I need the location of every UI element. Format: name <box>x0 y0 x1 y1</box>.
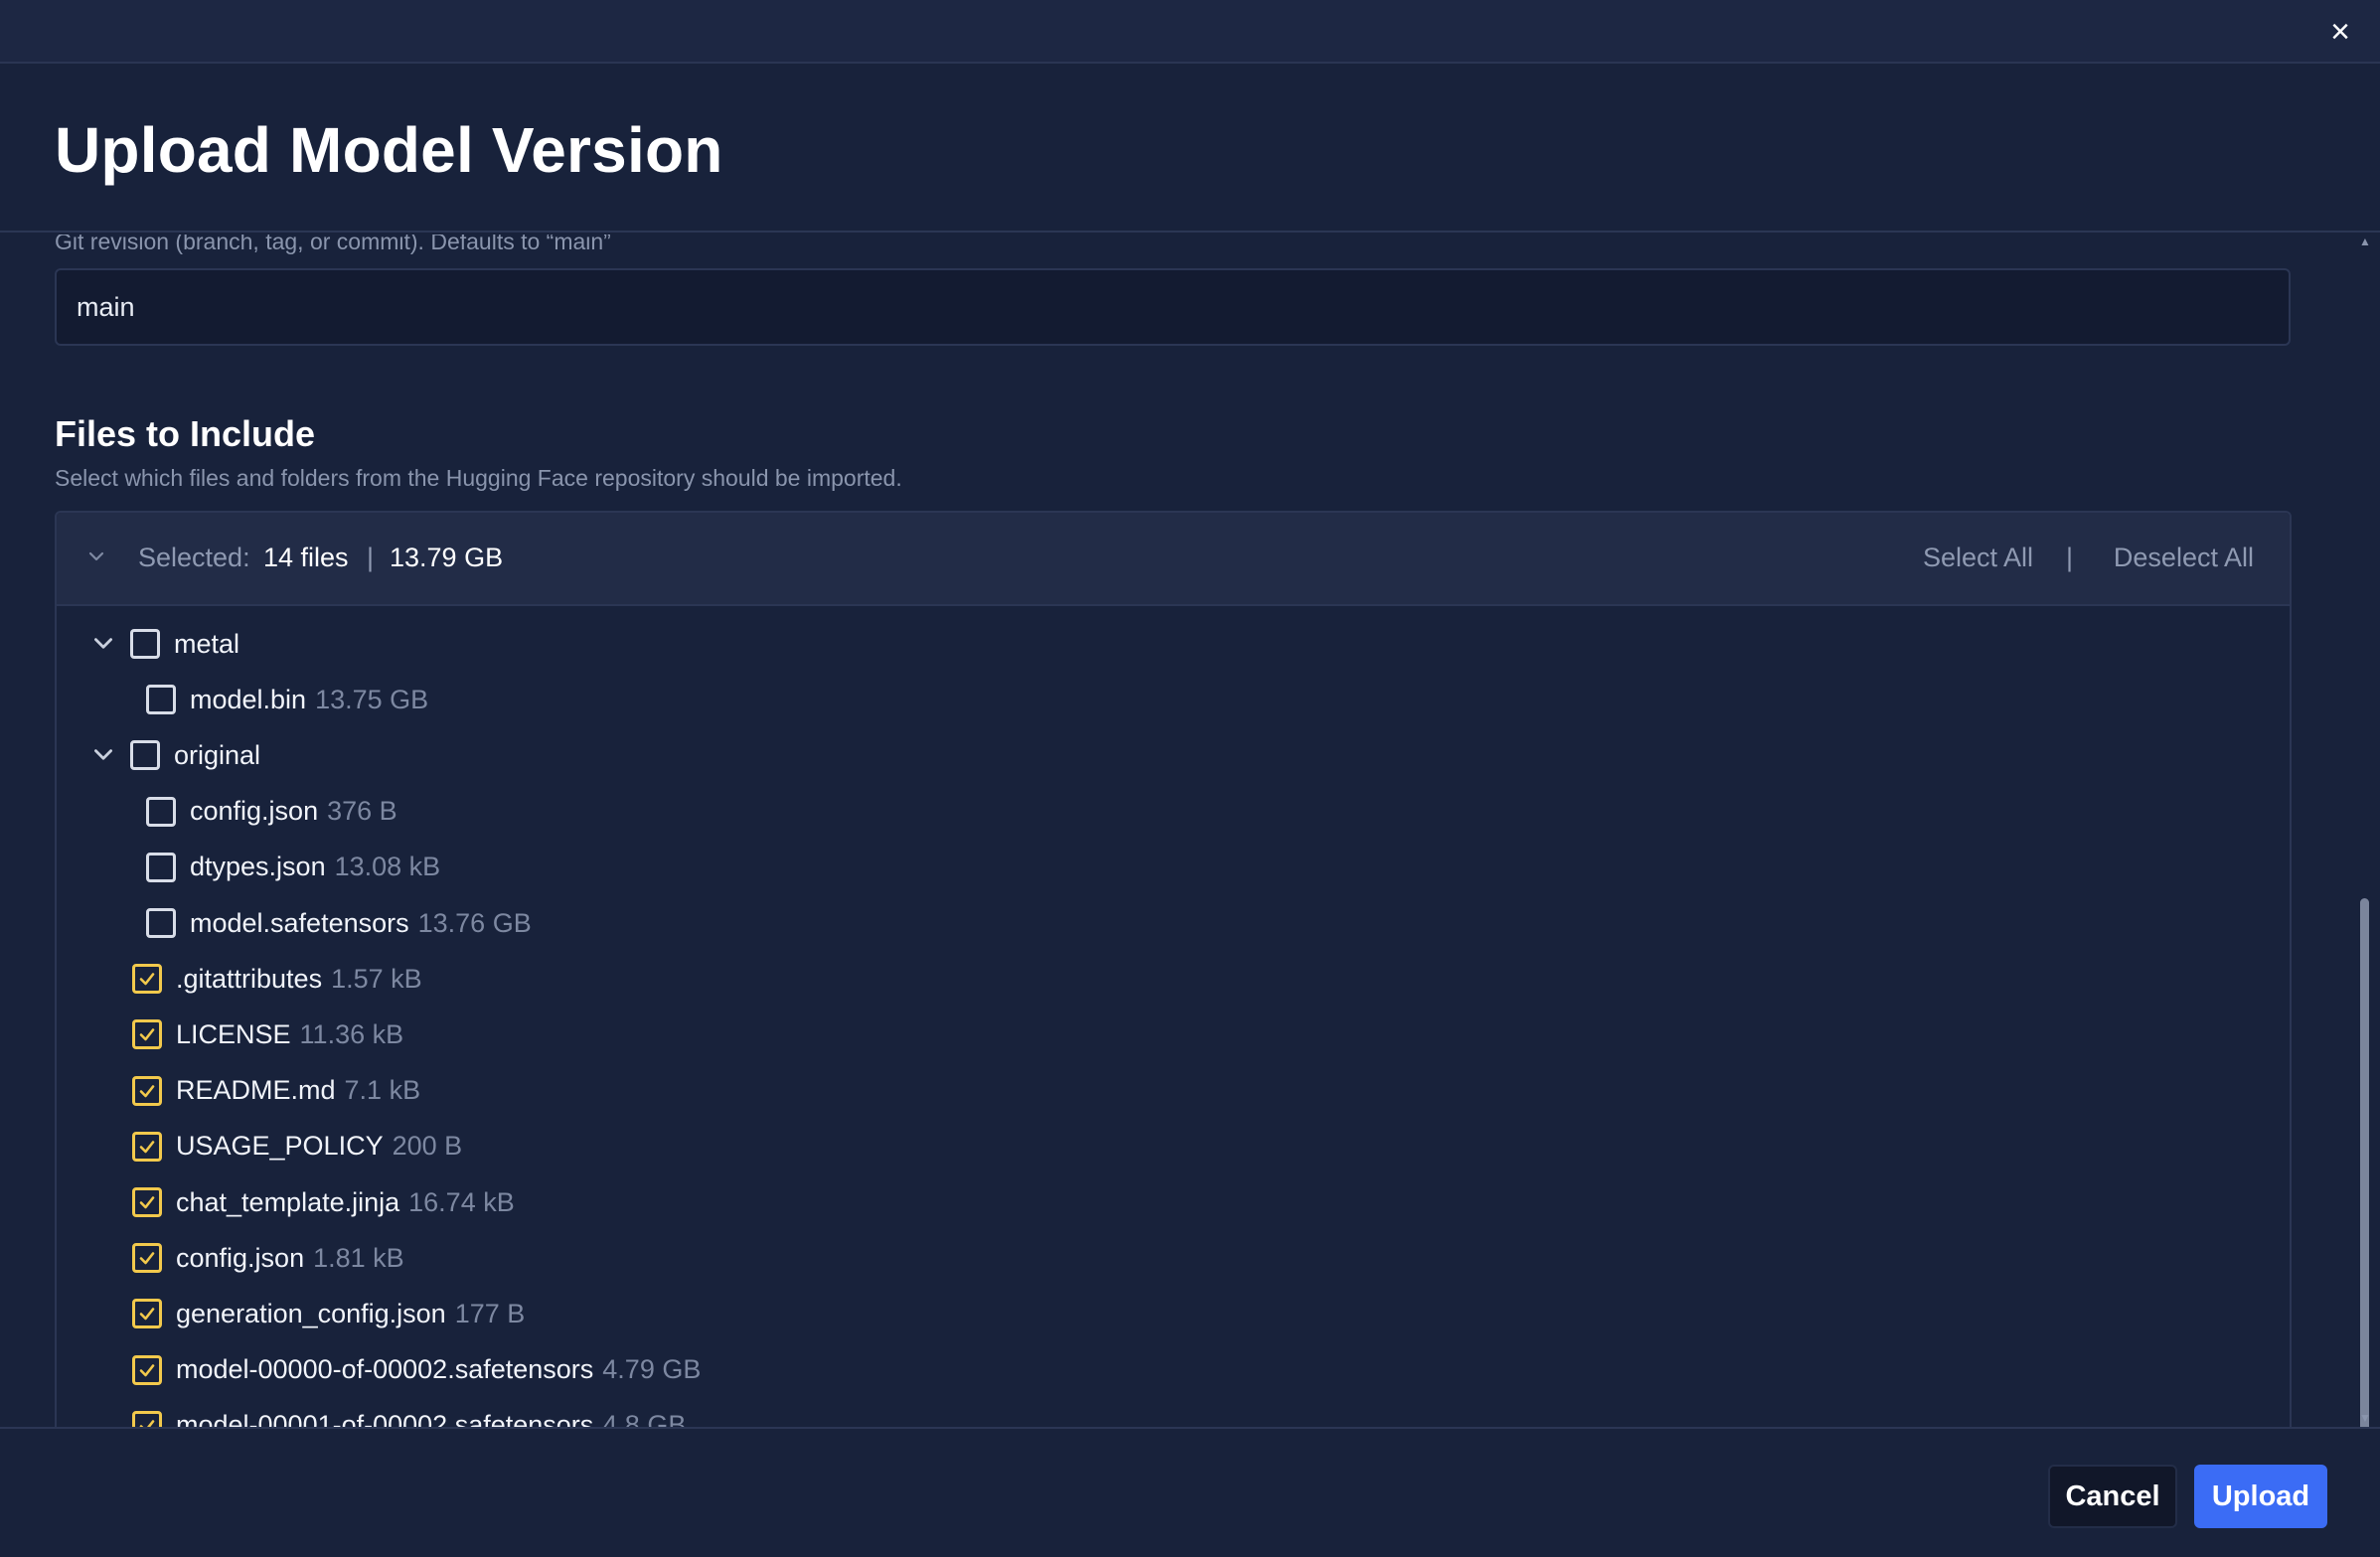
checkbox-checked[interactable] <box>132 1243 162 1274</box>
tree-file-row[interactable]: config.json 376 B <box>146 784 397 840</box>
selection-summary-bar: Selected: 14 files | 13.79 GB Select All… <box>57 513 2290 606</box>
file-size: 11.36 kB <box>299 1018 404 1049</box>
checkbox-checked[interactable] <box>132 1187 162 1217</box>
checkmark-icon <box>139 1028 155 1041</box>
file-name: config.json <box>190 796 319 827</box>
upload-button[interactable]: Upload <box>2194 1465 2327 1528</box>
file-name: generation_config.json <box>176 1298 446 1328</box>
selected-file-count: 14 files <box>263 543 349 572</box>
scroll-up-arrow-icon[interactable]: ▲ <box>2358 234 2372 248</box>
checkmark-icon <box>139 1308 155 1321</box>
checkmark-icon <box>139 1363 155 1376</box>
selected-total-size: 13.79 GB <box>390 543 504 572</box>
file-size: 7.1 kB <box>344 1075 421 1106</box>
checkbox-checked[interactable] <box>132 964 162 995</box>
tree-file-row[interactable]: USAGE_POLICY 200 B <box>132 1119 462 1174</box>
file-size: 4.8 GB <box>602 1410 687 1427</box>
file-name: model.bin <box>190 684 307 714</box>
close-button[interactable]: × <box>2320 12 2360 52</box>
file-size: 13.08 kB <box>334 852 441 882</box>
file-name: config.json <box>176 1242 305 1273</box>
file-name: LICENSE <box>176 1018 291 1049</box>
dialog-title: Upload Model Version <box>55 114 723 186</box>
tree-file-row[interactable]: model.safetensors 13.76 GB <box>146 895 532 951</box>
file-size: 200 B <box>392 1131 463 1162</box>
chevron-down-icon[interactable] <box>84 545 108 568</box>
deselect-all-button[interactable]: Deselect All <box>2114 543 2254 573</box>
file-size: 376 B <box>327 796 397 827</box>
cancel-button[interactable]: Cancel <box>2048 1465 2177 1528</box>
file-size: 1.81 kB <box>313 1242 404 1273</box>
files-section-description: Select which files and folders from the … <box>55 465 902 491</box>
checkmark-icon <box>139 1084 155 1097</box>
tree-file-row[interactable]: chat_template.jinja 16.74 kB <box>132 1174 515 1230</box>
close-icon[interactable]: × <box>2330 13 2350 51</box>
upload-model-version-dialog: × Upload Model Version Git revision (bra… <box>0 0 2380 1557</box>
file-size: 1.57 kB <box>331 963 422 994</box>
folder-name: metal <box>174 628 240 659</box>
file-size: 177 B <box>454 1298 526 1328</box>
tree-file-row[interactable]: model-00000-of-00002.safetensors 4.79 GB <box>132 1342 701 1398</box>
tree-file-row[interactable]: .gitattributes 1.57 kB <box>132 951 422 1007</box>
tree-folder-row[interactable]: metal <box>90 616 239 672</box>
checkmark-icon <box>139 1196 155 1209</box>
file-name: chat_template.jinja <box>176 1186 400 1217</box>
tree-file-row[interactable]: LICENSE 11.36 kB <box>132 1007 403 1062</box>
file-name: .gitattributes <box>176 963 323 994</box>
checkmark-icon <box>139 1419 155 1427</box>
checkbox-unchecked[interactable] <box>146 685 176 715</box>
tree-file-row[interactable]: model.bin 13.75 GB <box>146 672 428 727</box>
tree-file-row[interactable]: README.md 7.1 kB <box>132 1063 420 1119</box>
file-name: model.safetensors <box>190 907 409 938</box>
file-size: 4.79 GB <box>602 1354 702 1385</box>
dialog-header: Upload Model Version <box>0 66 2380 233</box>
dialog-body: Git revision (branch, tag, or commit). D… <box>0 234 2380 1427</box>
files-section-title: Files to Include <box>55 413 316 454</box>
checkbox-unchecked[interactable] <box>146 852 176 882</box>
chevron-down-icon[interactable] <box>90 742 116 768</box>
chevron-down-icon[interactable] <box>90 631 116 657</box>
file-size: 16.74 kB <box>408 1186 515 1217</box>
selected-label: Selected: <box>138 543 250 572</box>
revision-input[interactable] <box>55 268 2291 346</box>
file-size: 13.75 GB <box>315 684 429 714</box>
checkbox-unchecked[interactable] <box>146 796 176 827</box>
tree-file-row[interactable]: dtypes.json 13.08 kB <box>146 840 440 895</box>
file-size: 13.76 GB <box>417 907 532 938</box>
checkbox-checked[interactable] <box>132 1019 162 1050</box>
checkbox-checked[interactable] <box>132 1410 162 1427</box>
checkmark-icon <box>139 1140 155 1154</box>
checkmark-icon <box>139 1252 155 1265</box>
tree-folder-row[interactable]: original <box>90 727 260 783</box>
scroll-down-arrow-icon[interactable]: ▼ <box>2358 1411 2372 1425</box>
tree-file-row[interactable]: config.json 1.81 kB <box>132 1230 404 1286</box>
folder-name: original <box>174 739 261 770</box>
file-name: model-00000-of-00002.safetensors <box>176 1354 594 1385</box>
dialog-top-bar: × <box>0 0 2380 64</box>
checkbox-unchecked[interactable] <box>146 908 176 938</box>
checkbox-checked[interactable] <box>132 1354 162 1385</box>
checkbox-unchecked[interactable] <box>130 740 160 771</box>
tree-file-row[interactable]: generation_config.json 177 B <box>132 1286 525 1341</box>
checkbox-checked[interactable] <box>132 1075 162 1106</box>
file-name: dtypes.json <box>190 852 326 882</box>
tree-file-row[interactable]: model-00001-of-00002.safetensors 4.8 GB <box>132 1398 686 1427</box>
revision-hint: Git revision (branch, tag, or commit). D… <box>55 234 611 254</box>
summary-separator: | <box>367 543 375 572</box>
dialog-footer: Cancel Upload <box>0 1427 2380 1557</box>
dialog-scrollbar[interactable]: ▲ ▼ <box>2358 234 2372 1514</box>
file-selection-panel: Selected: 14 files | 13.79 GB Select All… <box>55 511 2292 1427</box>
file-name: model-00001-of-00002.safetensors <box>176 1410 594 1427</box>
checkbox-checked[interactable] <box>132 1299 162 1329</box>
file-name: USAGE_POLICY <box>176 1131 384 1162</box>
checkbox-unchecked[interactable] <box>130 629 160 659</box>
select-all-button[interactable]: Select All <box>1923 543 2033 573</box>
checkbox-checked[interactable] <box>132 1131 162 1162</box>
actions-separator: | <box>2065 543 2073 572</box>
checkmark-icon <box>139 973 155 986</box>
file-name: README.md <box>176 1075 336 1106</box>
